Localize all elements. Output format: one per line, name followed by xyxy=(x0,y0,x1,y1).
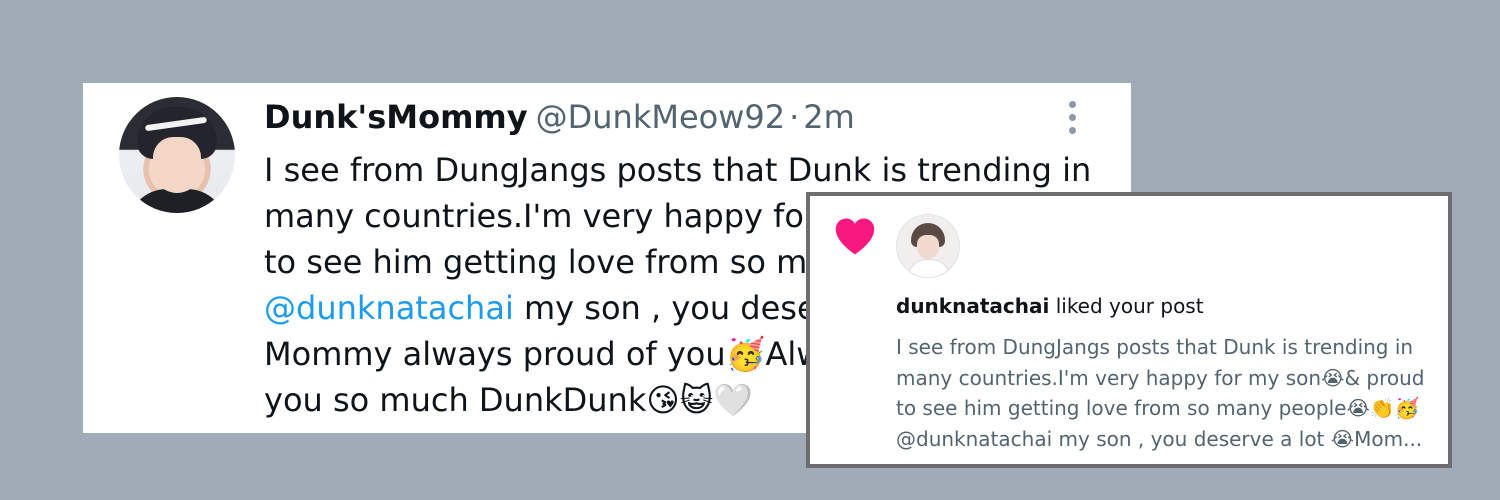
preview-line: I see from DungJangs posts that Dunk is … xyxy=(896,335,1414,359)
notification-header: dunknatachai liked your post xyxy=(896,292,1204,320)
avatar[interactable] xyxy=(119,97,235,213)
separator-dot: · xyxy=(789,98,800,136)
preview-mention: @dunknatachai xyxy=(896,426,1053,451)
more-options-icon[interactable] xyxy=(1065,101,1079,141)
preview-line: to see him getting love from so many peo… xyxy=(896,396,1420,420)
preview-line-text: my son , you deserve a lot 😭Mom... xyxy=(1058,426,1423,451)
notification-action: liked your post xyxy=(1055,294,1204,318)
mention-link[interactable]: @dunknatachai xyxy=(264,289,514,327)
avatar-face xyxy=(917,235,939,259)
tweet-line: I see from DungJangs posts that Dunk is … xyxy=(264,151,1092,189)
notification-username[interactable]: dunknatachai xyxy=(896,294,1049,318)
preview-line: many countries.I'm very happy for my son… xyxy=(896,365,1425,390)
avatar-body xyxy=(907,259,951,277)
heart-icon xyxy=(835,218,875,255)
notification-avatar[interactable] xyxy=(896,214,960,278)
user-handle[interactable]: @DunkMeow92 xyxy=(536,98,786,136)
tweet-header: Dunk'sMommy @DunkMeow92 · 2m xyxy=(264,95,855,139)
notification-preview: I see from DungJangs posts that Dunk is … xyxy=(896,332,1441,454)
display-name[interactable]: Dunk'sMommy xyxy=(264,98,528,136)
avatar-face xyxy=(153,137,201,193)
like-notification[interactable]: dunknatachai liked your post I see from … xyxy=(806,192,1452,468)
preview-line: @dunknatachai my son , you deserve a lot… xyxy=(896,424,1441,455)
post-time[interactable]: 2m xyxy=(803,98,855,136)
